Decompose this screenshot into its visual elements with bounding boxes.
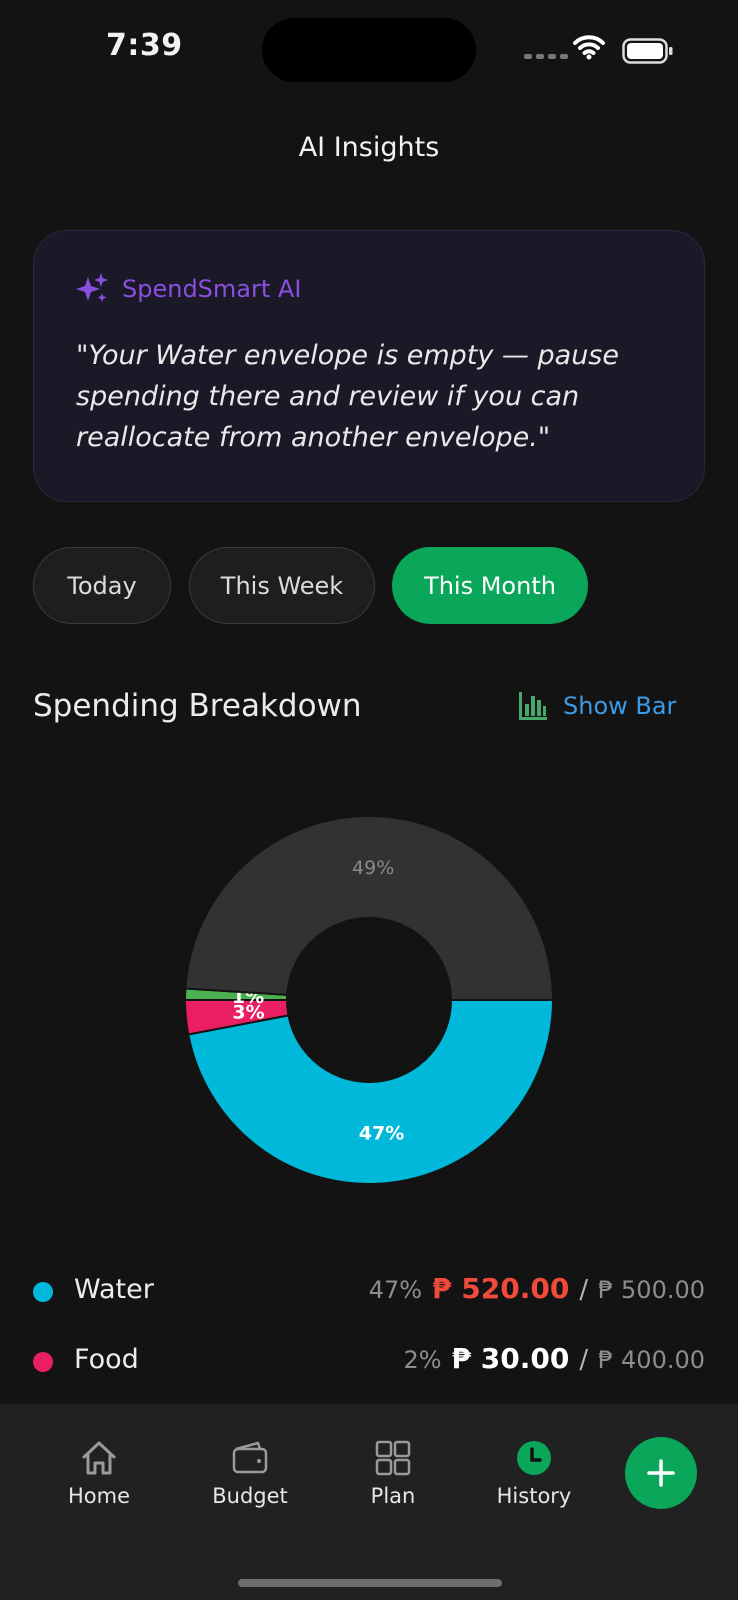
legend-dot <box>33 1352 53 1372</box>
ai-insight-card: SpendSmart AI "Your Water envelope is em… <box>33 230 705 502</box>
donut-slice-0 <box>187 999 555 1185</box>
tab-budget[interactable]: Budget <box>190 1438 310 1508</box>
filter-today[interactable]: Today <box>33 547 171 624</box>
clock-icon <box>517 1441 551 1475</box>
tab-label: Budget <box>212 1484 288 1508</box>
legend-values: 47% ₱ 520.00 / ₱ 500.00 <box>369 1272 705 1305</box>
tab-home[interactable]: Home <box>39 1438 159 1508</box>
legend-row-water[interactable]: Water 47% ₱ 520.00 / ₱ 500.00 <box>0 1262 738 1322</box>
ai-insight-text: "Your Water envelope is empty — pause sp… <box>76 340 619 453</box>
bar-chart-icon <box>519 692 547 720</box>
legend-budget: ₱ 500.00 <box>598 1276 705 1304</box>
tab-history[interactable]: History <box>474 1438 594 1508</box>
battery-icon <box>622 38 673 64</box>
show-bar-label: Show Bar <box>563 692 677 720</box>
tab-plan[interactable]: Plan <box>333 1438 453 1508</box>
legend-dot <box>33 1282 53 1302</box>
wifi-icon <box>573 35 605 60</box>
legend-name: Water <box>74 1274 154 1305</box>
add-transaction-button[interactable] <box>625 1437 697 1509</box>
home-icon <box>82 1441 116 1475</box>
ai-name: SpendSmart AI <box>122 275 302 303</box>
legend-name: Food <box>74 1344 139 1375</box>
legend-values: 2% ₱ 30.00 / ₱ 400.00 <box>403 1342 705 1375</box>
tab-label: Home <box>67 1484 130 1508</box>
donut-label-0: 47% <box>359 1122 404 1144</box>
page-title: AI Insights <box>298 132 440 163</box>
grid-icon <box>375 1440 411 1476</box>
home-indicator <box>238 1579 502 1587</box>
cellular-signal-icon <box>524 54 568 59</box>
tab-label: Plan <box>370 1484 416 1508</box>
legend-row-food[interactable]: Food 2% ₱ 30.00 / ₱ 400.00 <box>0 1332 738 1392</box>
spending-donut-chart: 47%3%1%49% <box>183 814 555 1185</box>
status-time: 7:39 <box>106 28 183 63</box>
legend-budget: ₱ 400.00 <box>598 1346 705 1374</box>
legend-separator: / <box>579 1275 589 1305</box>
legend-percent: 47% <box>368 1276 423 1304</box>
tab-label: History <box>496 1484 572 1508</box>
wallet-icon <box>232 1441 268 1474</box>
donut-slice-3 <box>184 814 555 1001</box>
sparkles-icon <box>76 273 108 302</box>
filter-this-week[interactable]: This Week <box>189 547 375 624</box>
ai-card-header: SpendSmart AI <box>74 271 301 307</box>
section-title: Spending Breakdown <box>33 688 362 724</box>
legend-spent: ₱ 30.00 <box>451 1342 570 1375</box>
dynamic-island <box>262 18 476 82</box>
plus-icon <box>647 1459 675 1487</box>
donut-label-3: 49% <box>352 857 394 879</box>
legend-spent: ₱ 520.00 <box>432 1272 570 1305</box>
legend-separator: / <box>579 1345 589 1375</box>
show-bar-button[interactable]: Show Bar <box>517 690 676 722</box>
legend-percent: 2% <box>403 1346 442 1374</box>
filter-this-month[interactable]: This Month <box>392 547 588 624</box>
